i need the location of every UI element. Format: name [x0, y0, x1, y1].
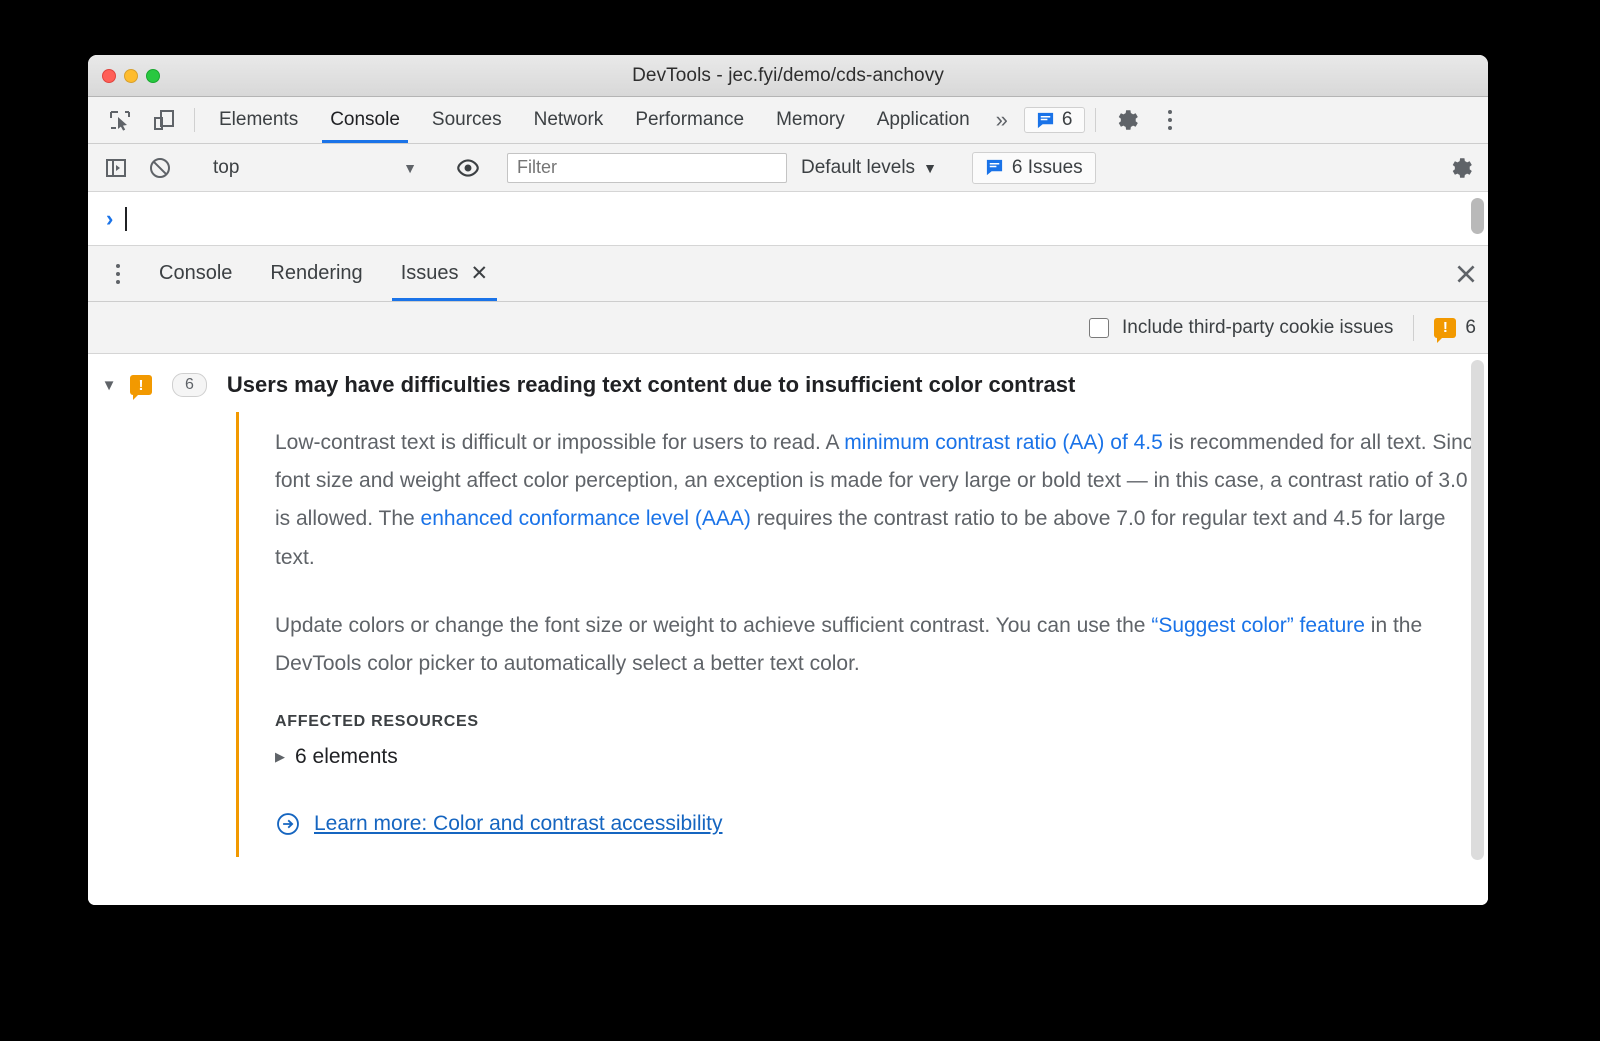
drawer-tab-label: Console [159, 262, 233, 284]
execution-context-select[interactable]: top ▼ [199, 157, 429, 179]
warning-count-group: ! 6 [1434, 316, 1476, 343]
third-party-cookie-checkbox[interactable]: Include third-party cookie issues [1089, 317, 1393, 339]
tab-label: Memory [776, 109, 845, 130]
drawer-more-options-icon[interactable] [96, 246, 140, 301]
drawer-tab-console[interactable]: Console [140, 246, 251, 301]
tab-memory[interactable]: Memory [760, 97, 861, 143]
tab-elements[interactable]: Elements [203, 97, 314, 143]
issue-title: Users may have difficulties reading text… [226, 372, 1076, 397]
issues-button-label: 6 Issues [1011, 156, 1083, 178]
tab-label: Elements [219, 109, 299, 130]
log-levels-value: Default levels [801, 156, 916, 178]
tab-label: Network [533, 109, 604, 130]
close-tab-icon[interactable]: ✕ [471, 261, 489, 286]
live-expression-eye-icon[interactable] [446, 155, 490, 181]
close-drawer-icon[interactable] [1444, 246, 1488, 301]
chevron-down-icon: ▼ [403, 159, 417, 176]
devtools-window: DevTools - jec.fyi/demo/cds-anchovy Elem… [88, 55, 1488, 905]
checkbox-label: Include third-party cookie issues [1122, 316, 1394, 338]
console-output-area: › [88, 192, 1488, 246]
console-scrollbar[interactable] [1471, 198, 1484, 234]
console-prompt-arrow: › [106, 205, 114, 231]
device-toolbar-icon[interactable] [142, 97, 186, 143]
issues-count: 6 [1061, 109, 1073, 130]
expand-triangle-icon[interactable]: ▼ [88, 377, 130, 394]
drawer-tab-bar: Console Rendering Issues ✕ [88, 246, 1488, 302]
affected-resources-label: AFFECTED RESOURCES [275, 713, 479, 731]
issues-counter-button[interactable]: 6 [1023, 107, 1085, 133]
console-toolbar: top ▼ Default levels ▼ 6 Issues [88, 144, 1488, 192]
more-tabs-icon[interactable]: » [986, 97, 1018, 143]
inspect-element-icon[interactable] [98, 97, 142, 143]
gear-icon[interactable] [1104, 97, 1148, 143]
tab-label: Sources [431, 109, 502, 130]
issue-count-badge: 6 [172, 373, 207, 397]
issues-filter-toolbar: Include third-party cookie issues ! 6 [88, 302, 1488, 354]
log-levels-select[interactable]: Default levels ▼ [787, 157, 951, 179]
more-options-icon[interactable] [1148, 97, 1192, 143]
tab-sources[interactable]: Sources [416, 97, 518, 143]
issue-description-paragraph-2: Update colors or change the font size or… [275, 607, 1488, 683]
clear-console-icon[interactable] [138, 156, 182, 180]
issues-toolbar-button[interactable]: 6 Issues [971, 151, 1096, 184]
learn-more-text: Learn more: Color and contrast accessibi… [314, 812, 723, 836]
drawer-tab-label: Rendering [270, 262, 363, 284]
drawer-tab-label: Issues [400, 262, 459, 284]
text-segment: Low-contrast text is difficult or imposs… [275, 431, 845, 454]
chevron-down-icon: ▼ [923, 159, 937, 176]
issue-badge-icon [1037, 112, 1054, 128]
issue-detail: Low-contrast text is difficult or imposs… [236, 412, 1488, 858]
divider [194, 108, 195, 132]
issue-description-paragraph-1: Low-contrast text is difficult or imposs… [275, 424, 1488, 577]
warning-icon: ! [1434, 317, 1457, 343]
filter-input[interactable] [507, 152, 787, 183]
issue-badge-icon [986, 159, 1003, 176]
link-suggest-color-feature[interactable]: “Suggest color” feature [1151, 614, 1365, 637]
warning-icon: ! [130, 375, 152, 400]
learn-more-link[interactable]: Learn more: Color and contrast accessibi… [275, 811, 1488, 837]
drawer-tab-issues[interactable]: Issues ✕ [382, 246, 507, 301]
external-link-circle-arrow-icon [277, 813, 299, 836]
checkbox-box[interactable] [1089, 317, 1109, 338]
affected-resources-row[interactable]: ▶ 6 elements [275, 745, 1488, 769]
main-tab-bar: Elements Console Sources Network Perform… [88, 97, 1488, 144]
link-minimum-contrast-ratio[interactable]: minimum contrast ratio (AA) of 4.5 [844, 431, 1163, 454]
tab-label: Performance [635, 109, 745, 130]
affected-resources-count: 6 elements [295, 745, 398, 769]
tab-application[interactable]: Application [861, 97, 986, 143]
title-bar: DevTools - jec.fyi/demo/cds-anchovy [88, 55, 1488, 97]
expand-triangle-icon[interactable]: ▶ [275, 749, 285, 765]
tab-console[interactable]: Console [314, 97, 416, 143]
warning-count: 6 [1465, 316, 1476, 338]
tab-label: Console [330, 109, 400, 130]
tab-performance[interactable]: Performance [619, 97, 760, 143]
tab-network[interactable]: Network [518, 97, 620, 143]
text-segment: Update colors or change the font size or… [275, 613, 1152, 637]
tab-label: Application [876, 109, 970, 130]
issues-list: ▼ ! 6 Users may have difficulties readin… [88, 354, 1488, 905]
console-sidebar-icon[interactable] [94, 156, 138, 180]
drawer-tab-rendering[interactable]: Rendering [251, 246, 381, 301]
issue-row-header[interactable]: ▼ ! 6 Users may have difficulties readin… [88, 354, 1488, 412]
link-enhanced-conformance[interactable]: enhanced conformance level (AAA) [421, 507, 751, 530]
issues-scrollbar[interactable] [1471, 360, 1484, 860]
window-title: DevTools - jec.fyi/demo/cds-anchovy [632, 64, 944, 86]
console-settings-gear-icon[interactable] [1438, 155, 1482, 181]
console-input-caret[interactable] [125, 206, 128, 231]
execution-context-value: top [213, 156, 240, 178]
divider [1413, 314, 1415, 341]
divider [1094, 108, 1096, 132]
